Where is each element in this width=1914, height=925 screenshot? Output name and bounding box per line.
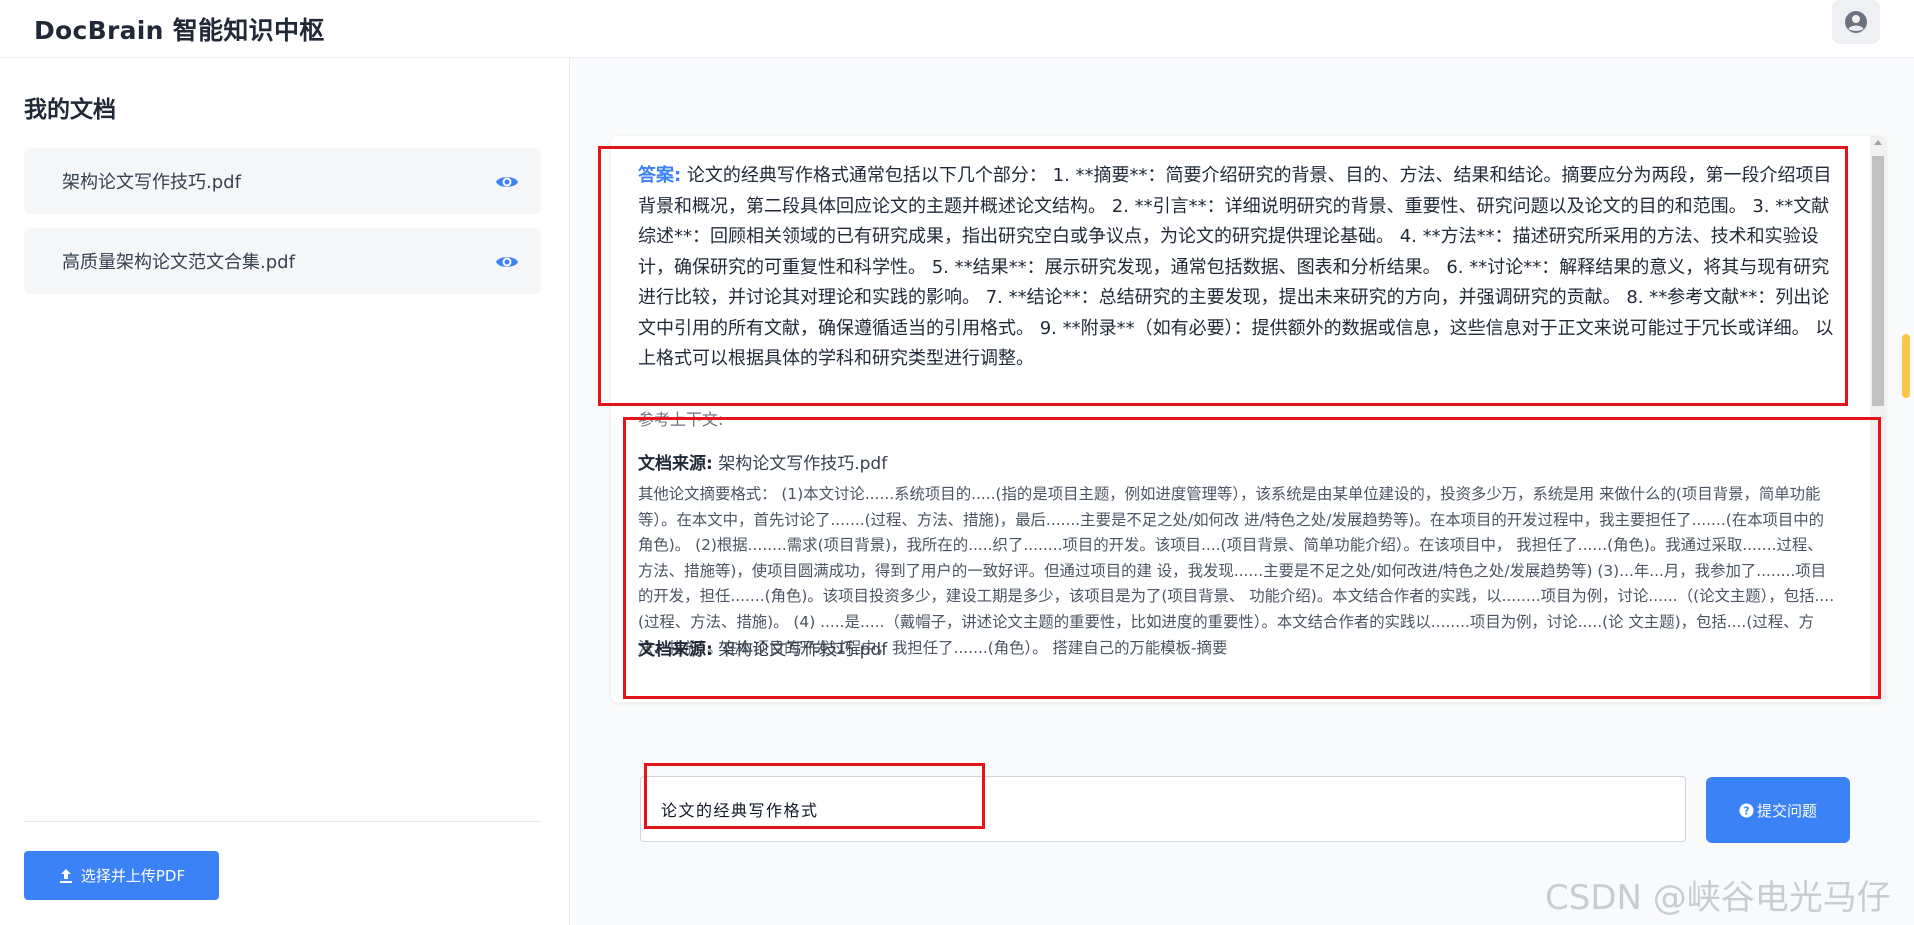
source-file: 架构论文写作技巧.pdf — [712, 640, 888, 660]
chat-scrollbar-thumb[interactable] — [1872, 156, 1884, 406]
upload-pdf-label: 选择并上传PDF — [80, 867, 186, 885]
top-bar: DocBrain 智能知识中枢 — [0, 0, 1914, 58]
answer-block: 答案: 论文的经典写作格式通常包括以下几个部分： 1. **摘要**：简要介绍研… — [638, 161, 1835, 375]
document-name: 架构论文写作技巧.pdf — [62, 172, 241, 193]
app-title: DocBrain 智能知识中枢 — [34, 15, 325, 45]
upload-pdf-button[interactable]: 选择并上传PDF — [24, 851, 219, 900]
eye-icon[interactable] — [495, 250, 519, 274]
source-label: 文档来源: — [638, 454, 713, 474]
chat-history[interactable]: 答案: 论文的经典写作格式通常包括以下几个部分： 1. **摘要**：简要介绍研… — [611, 136, 1886, 702]
svg-text:?: ? — [1743, 805, 1749, 817]
submit-question-label: 提交问题 — [1756, 801, 1817, 820]
scroll-up-arrow-icon[interactable] — [1874, 140, 1882, 145]
user-circle-icon — [1845, 11, 1867, 33]
document-item[interactable]: 高质量架构论文范文合集.pdf — [24, 228, 541, 294]
upload-icon — [59, 868, 72, 883]
sidebar-heading: 我的文档 — [24, 97, 116, 123]
question-input-wrapper[interactable] — [640, 776, 1686, 842]
source-label: 文档来源: — [638, 640, 713, 660]
submit-question-button[interactable]: ? 提交问题 — [1706, 777, 1850, 843]
user-avatar-button[interactable] — [1832, 0, 1880, 44]
question-input[interactable] — [641, 777, 1685, 841]
question-circle-icon: ? — [1739, 802, 1754, 818]
answer-text: 论文的经典写作格式通常包括以下几个部分： 1. **摘要**：简要介绍研究的背景… — [638, 165, 1834, 369]
source-header: 文档来源: 架构论文写作技巧.pdf — [638, 449, 887, 474]
document-item[interactable]: 架构论文写作技巧.pdf — [24, 148, 541, 214]
source-file: 架构论文写作技巧.pdf — [712, 454, 888, 474]
sidebar-divider — [24, 821, 541, 822]
documents-sidebar: 我的文档 架构论文写作技巧.pdf 高质量架构论文范文合集.pdf 选择并上传P… — [0, 58, 570, 925]
answer-label: 答案: — [638, 165, 682, 186]
source-header: 文档来源: 架构论文写作技巧.pdf — [638, 635, 887, 660]
side-scroll-indicator — [1902, 334, 1910, 398]
document-name: 高质量架构论文范文合集.pdf — [62, 252, 295, 273]
watermark: CSDN @峡谷电光马仔 — [1545, 878, 1891, 918]
context-label: 参考上下文: — [638, 410, 724, 429]
eye-icon[interactable] — [495, 170, 519, 194]
chat-scrollbar[interactable] — [1870, 136, 1886, 702]
